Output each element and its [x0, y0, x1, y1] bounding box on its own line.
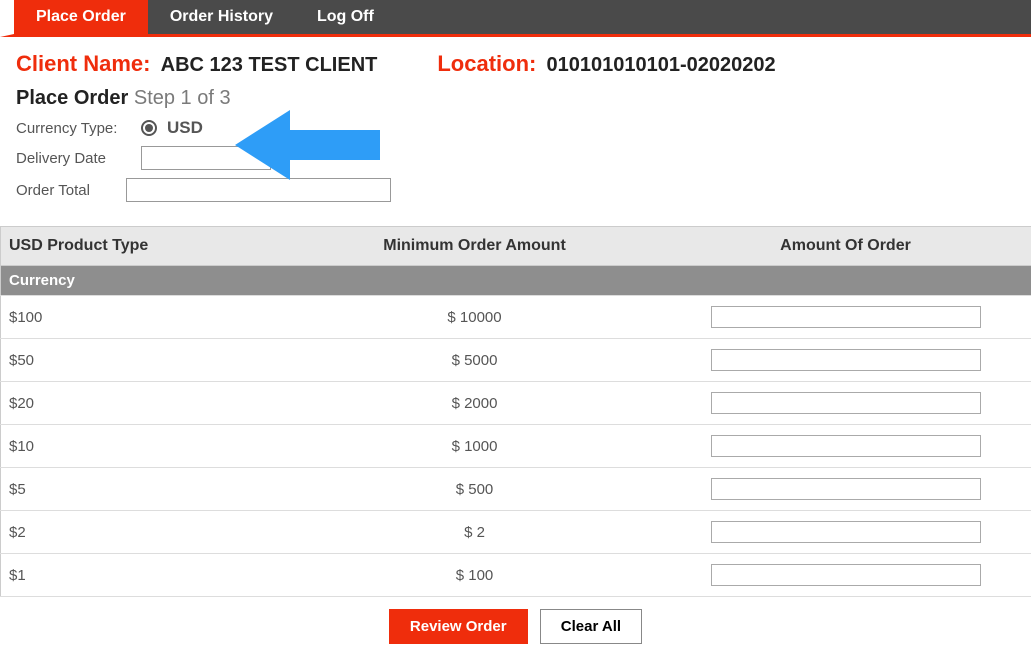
clear-all-button[interactable]: Clear All: [540, 609, 642, 644]
amount-order-input[interactable]: [711, 564, 981, 586]
order-total-label: Order Total: [16, 182, 116, 199]
min-order-cell: $ 2: [289, 511, 660, 554]
product-type-cell: $100: [1, 296, 290, 339]
product-type-cell: $2: [1, 511, 290, 554]
section-title: Place Order: [16, 87, 128, 109]
product-type-cell: $5: [1, 468, 290, 511]
step-indicator: Step 1 of 3: [134, 87, 231, 109]
amount-order-input[interactable]: [711, 392, 981, 414]
currency-type-label: Currency Type:: [16, 120, 131, 137]
table-row: $5$ 500: [1, 468, 1031, 511]
currency-type-radio-usd[interactable]: [141, 120, 157, 136]
table-row: $20$ 2000: [1, 382, 1031, 425]
table-group-currency: Currency: [1, 266, 1031, 296]
min-order-cell: $ 1000: [289, 425, 660, 468]
tab-log-off[interactable]: Log Off: [295, 0, 396, 34]
location-value: 010101010101-02020202: [547, 54, 776, 76]
min-order-cell: $ 500: [289, 468, 660, 511]
order-total-input[interactable]: [126, 178, 391, 202]
top-nav: Place Order Order History Log Off: [0, 0, 1031, 37]
table-row: $10$ 1000: [1, 425, 1031, 468]
currency-type-value: USD: [167, 118, 203, 138]
review-order-button[interactable]: Review Order: [389, 609, 528, 644]
amount-order-input[interactable]: [711, 521, 981, 543]
order-form: Place Order Step 1 of 3 Currency Type: U…: [0, 77, 1031, 226]
product-table: USD Product Type Minimum Order Amount Am…: [0, 226, 1031, 597]
location-label: Location:: [437, 51, 536, 76]
client-name-value: ABC 123 TEST CLIENT: [161, 54, 378, 76]
button-bar: Review Order Clear All: [0, 597, 1031, 644]
amount-order-input[interactable]: [711, 349, 981, 371]
amount-order-input[interactable]: [711, 435, 981, 457]
min-order-cell: $ 2000: [289, 382, 660, 425]
delivery-date-label: Delivery Date: [16, 150, 131, 167]
amount-order-input[interactable]: [711, 306, 981, 328]
product-type-cell: $50: [1, 339, 290, 382]
col-min-order: Minimum Order Amount: [289, 227, 660, 266]
table-row: $1$ 100: [1, 554, 1031, 597]
col-amount-order: Amount Of Order: [660, 227, 1031, 266]
table-row: $2$ 2: [1, 511, 1031, 554]
product-type-cell: $10: [1, 425, 290, 468]
amount-order-input[interactable]: [711, 478, 981, 500]
col-product-type: USD Product Type: [1, 227, 290, 266]
min-order-cell: $ 100: [289, 554, 660, 597]
table-row: $50$ 5000: [1, 339, 1031, 382]
table-row: $100$ 10000: [1, 296, 1031, 339]
product-type-cell: $1: [1, 554, 290, 597]
client-header: Client Name: ABC 123 TEST CLIENT Locatio…: [0, 37, 1031, 77]
tab-order-history[interactable]: Order History: [148, 0, 295, 34]
min-order-cell: $ 5000: [289, 339, 660, 382]
client-name-label: Client Name:: [16, 51, 150, 76]
min-order-cell: $ 10000: [289, 296, 660, 339]
callout-arrow-icon: [235, 105, 385, 185]
delivery-date-input[interactable]: [141, 146, 271, 170]
product-type-cell: $20: [1, 382, 290, 425]
tab-place-order[interactable]: Place Order: [14, 0, 148, 34]
